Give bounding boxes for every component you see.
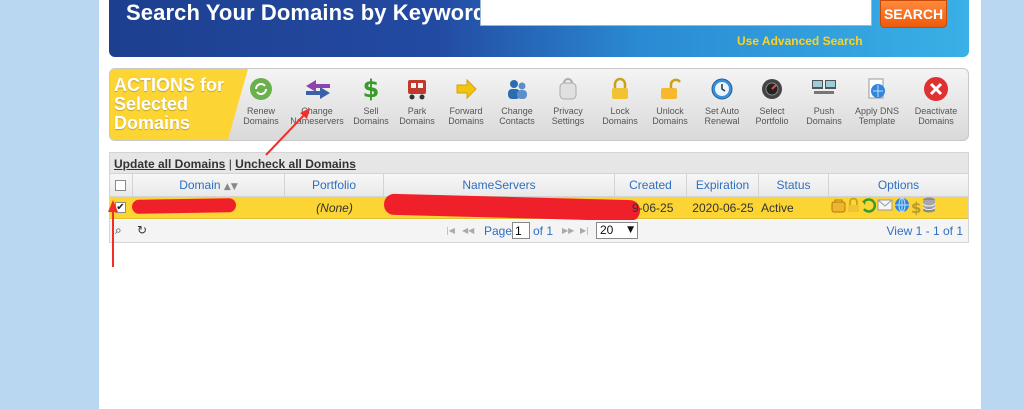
action-label: Forward Domains <box>448 106 484 126</box>
row-expiration: 2020-06-25 <box>692 201 754 215</box>
renew-domains-action[interactable]: Renew Domains <box>235 76 287 140</box>
action-label: Apply DNS Template <box>854 106 899 126</box>
unlock-icon <box>657 76 683 102</box>
row-portfolio: (None) <box>316 201 353 215</box>
actions-toolbar: ACTIONS for Selected Domains Renew Domai… <box>109 68 969 141</box>
col-domain-label: Domain <box>179 178 221 192</box>
col-domain[interactable]: Domain ▲▼ <box>133 174 285 197</box>
uncheck-all-domains-link[interactable]: Uncheck all Domains <box>235 157 356 171</box>
select-all-cell <box>110 174 133 197</box>
table-row[interactable]: ✔ (None) 9-06-25 2020-06-25 Active $ <box>110 193 968 222</box>
actions-label-line-1: ACTIONS for <box>114 75 224 95</box>
last-page-icon[interactable]: ▶| <box>580 226 589 235</box>
view-records-text: View 1 - 1 of 1 <box>886 224 964 238</box>
auto-renew-clock-icon <box>709 76 735 102</box>
sort-icon: ▲▼ <box>223 182 238 192</box>
search-input[interactable] <box>480 0 872 26</box>
action-label: Set Auto Renewal <box>704 106 740 126</box>
row-status: Active <box>761 201 794 215</box>
forward-domains-action[interactable]: Forward Domains <box>440 76 492 140</box>
refresh-icon[interactable]: ↻ <box>137 223 147 237</box>
lock-option-icon[interactable] <box>847 197 860 219</box>
action-label: Push Domains <box>806 106 842 126</box>
row-created: 9-06-25 <box>632 201 674 215</box>
action-label: Unlock Domains <box>652 106 688 126</box>
select-portfolio-action[interactable]: Select Portfolio <box>746 76 798 140</box>
action-label: Change Contacts <box>499 106 535 126</box>
park-icon <box>404 76 430 102</box>
lock-domains-action[interactable]: Lock Domains <box>594 76 646 140</box>
globe-option-icon[interactable] <box>894 197 910 219</box>
action-label: Lock Domains <box>602 106 638 126</box>
redaction-mark <box>383 193 641 222</box>
database-option-icon[interactable] <box>922 197 936 219</box>
change-nameservers-icon <box>304 76 330 102</box>
next-page-icon[interactable]: ▶▶ <box>562 226 574 235</box>
prev-page-icon[interactable]: ◀◀ <box>462 226 474 235</box>
search-button[interactable]: SEARCH <box>880 0 947 28</box>
of-pages-label: of 1 <box>533 224 554 238</box>
renew-icon <box>248 76 274 102</box>
change-nameservers-action[interactable]: Change Nameservers <box>290 76 344 140</box>
dollar-option-icon[interactable]: $ <box>911 197 921 219</box>
col-status[interactable]: Status <box>759 174 829 197</box>
action-label: Park Domains <box>399 106 435 126</box>
redaction-mark <box>131 198 237 214</box>
update-all-domains-link[interactable]: Update all Domains <box>114 157 225 171</box>
domains-grid: Update all Domains | Uncheck all Domains… <box>109 152 969 243</box>
select-all-checkbox[interactable] <box>115 180 126 191</box>
grid-header: Domain ▲▼ Portfolio NameServers Created … <box>110 174 968 197</box>
lock-icon <box>607 76 633 102</box>
action-label: Deactivate Domains <box>914 106 958 126</box>
action-label: Privacy Settings <box>551 106 585 126</box>
portfolio-icon <box>759 76 785 102</box>
sell-domains-action[interactable]: $ Sell Domains <box>345 75 397 140</box>
push-domains-action[interactable]: Push Domains <box>798 76 850 140</box>
row-checkbox-checked[interactable]: ✔ <box>115 202 126 213</box>
row-options: $ <box>829 197 968 219</box>
deactivate-icon <box>923 76 949 102</box>
action-label: Change Nameservers <box>290 106 344 126</box>
advanced-search-link[interactable]: Use Advanced Search <box>737 34 863 48</box>
park-domains-action[interactable]: Park Domains <box>391 76 443 140</box>
actions-label-line-2: Selected <box>114 94 189 114</box>
grid-toolbar: Update all Domains | Uncheck all Domains <box>110 153 968 174</box>
col-expiration[interactable]: Expiration <box>687 174 759 197</box>
chevron-down-icon: ▼ <box>627 225 634 235</box>
link-separator: | <box>228 157 232 171</box>
col-nameservers[interactable]: NameServers <box>384 174 615 197</box>
col-portfolio[interactable]: Portfolio <box>285 174 384 197</box>
action-label: Sell Domains <box>353 106 389 126</box>
deactivate-domains-action[interactable]: Deactivate Domains <box>910 76 962 140</box>
park-option-icon[interactable] <box>831 197 846 219</box>
forward-arrow-icon <box>453 76 479 102</box>
change-contacts-action[interactable]: Change Contacts <box>491 76 543 140</box>
search-icon[interactable]: ⌕ <box>115 223 122 238</box>
page-size-select[interactable]: 20 ▼ <box>596 222 638 239</box>
privacy-icon <box>555 76 581 102</box>
action-label: Select Portfolio <box>755 106 789 126</box>
contacts-icon <box>504 76 530 102</box>
col-options: Options <box>877 178 920 192</box>
page-size-value: 20 <box>600 223 614 237</box>
renew-option-icon[interactable] <box>861 197 877 219</box>
apply-dns-template-action[interactable]: Apply DNS Template <box>851 76 903 140</box>
unlock-domains-action[interactable]: Unlock Domains <box>644 76 696 140</box>
privacy-settings-action[interactable]: Privacy Settings <box>542 76 594 140</box>
push-icon <box>811 76 837 102</box>
search-banner: Search Your Domains by Keyword SEARCH Us… <box>109 0 969 57</box>
actions-label: ACTIONS for Selected Domains <box>110 69 248 140</box>
page-label: Page <box>484 224 513 238</box>
search-title: Search Your Domains by Keyword <box>126 0 487 25</box>
email-option-icon[interactable] <box>877 197 893 219</box>
dns-template-icon <box>864 76 890 102</box>
set-auto-renewal-action[interactable]: Set Auto Renewal <box>696 76 748 140</box>
page-number-input[interactable] <box>512 222 530 239</box>
dollar-icon: $ <box>362 75 380 103</box>
col-created[interactable]: Created <box>615 174 687 197</box>
action-label: Renew Domains <box>243 106 279 126</box>
actions-label-line-3: Domains <box>114 113 191 133</box>
grid-pager: ⌕ ↻ |◀ ◀◀ Page of 1 ▶▶ ▶| 20 ▼ View 1 - … <box>110 220 968 242</box>
first-page-icon[interactable]: |◀ <box>446 226 455 235</box>
